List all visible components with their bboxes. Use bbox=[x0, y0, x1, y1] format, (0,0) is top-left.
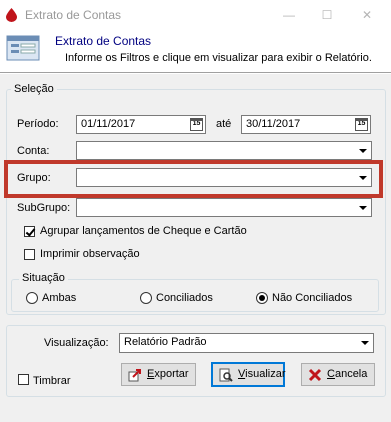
periodo-fim-value: 30/11/2017 bbox=[246, 118, 301, 130]
cancelar-button[interactable]: Cancela bbox=[301, 363, 375, 386]
visualizacao-value: Relatório Padrão bbox=[124, 336, 207, 348]
agrupar-label: Agrupar lançamentos de Cheque e Cartão bbox=[40, 225, 247, 237]
close-button[interactable]: ✕ bbox=[358, 6, 376, 24]
cancelar-label: ancela bbox=[334, 368, 368, 380]
visualizacao-label: Visualização: bbox=[44, 337, 109, 349]
header-title: Extrato de Contas bbox=[55, 34, 152, 48]
radio-ambas[interactable] bbox=[26, 292, 38, 304]
visualizar-label: isualizar bbox=[245, 368, 286, 380]
periodo-inicio-field[interactable]: 01/11/2017 15 bbox=[76, 115, 206, 134]
chevron-down-icon[interactable] bbox=[355, 200, 370, 215]
calendar-icon[interactable]: 15 bbox=[190, 118, 203, 131]
periodo-inicio-value: 01/11/2017 bbox=[81, 118, 136, 130]
minimize-button[interactable]: — bbox=[280, 6, 298, 24]
imprimir-checkbox[interactable] bbox=[24, 249, 35, 260]
ate-label: até bbox=[216, 118, 232, 130]
selecao-group-label: Seleção bbox=[11, 83, 57, 95]
conta-select[interactable] bbox=[76, 141, 372, 160]
radio-conciliados-label: Conciliados bbox=[156, 292, 213, 304]
agrupar-checkbox[interactable] bbox=[24, 226, 35, 237]
visualizar-button[interactable]: Visualizar bbox=[211, 362, 286, 387]
exportar-button[interactable]: Exportar bbox=[121, 363, 196, 386]
form-header: Extrato de Contas Informe os Filtros e c… bbox=[0, 30, 391, 72]
radio-nao-conciliados-label: Não Conciliados bbox=[272, 292, 353, 304]
maximize-button[interactable]: ☐ bbox=[318, 6, 336, 24]
calendar-icon[interactable]: 15 bbox=[355, 118, 368, 131]
window-title: Extrato de Contas bbox=[25, 8, 122, 22]
header-subtitle: Informe os Filtros e clique em visualiza… bbox=[65, 52, 372, 64]
grupo-highlight-box bbox=[4, 160, 383, 198]
cancelar-accel: C bbox=[327, 368, 335, 380]
title-bar: Extrato de Contas — ☐ ✕ bbox=[0, 0, 391, 30]
form-icon bbox=[6, 35, 40, 61]
periodo-fim-field[interactable]: 30/11/2017 15 bbox=[241, 115, 371, 134]
timbrar-label: Timbrar bbox=[33, 375, 71, 387]
subgrupo-select[interactable] bbox=[76, 198, 372, 217]
chevron-down-icon[interactable] bbox=[357, 335, 372, 350]
export-icon bbox=[128, 369, 141, 382]
preview-icon bbox=[219, 368, 233, 382]
cancel-x-icon bbox=[308, 368, 322, 382]
radio-nao-conciliados[interactable] bbox=[256, 292, 268, 304]
header-divider bbox=[0, 72, 391, 74]
app-drop-icon bbox=[6, 8, 17, 22]
situacao-group-label: Situação bbox=[19, 272, 68, 284]
chevron-down-icon[interactable] bbox=[355, 143, 370, 158]
radio-ambas-label: Ambas bbox=[42, 292, 77, 304]
radio-conciliados[interactable] bbox=[140, 292, 152, 304]
subgrupo-label: SubGrupo: bbox=[17, 202, 71, 214]
periodo-label: Período: bbox=[17, 118, 59, 130]
imprimir-label: Imprimir observação bbox=[40, 248, 140, 260]
exportar-label: xportar bbox=[154, 368, 189, 380]
visualizacao-select[interactable]: Relatório Padrão bbox=[119, 333, 374, 353]
conta-label: Conta: bbox=[17, 145, 50, 157]
timbrar-checkbox[interactable] bbox=[18, 374, 29, 385]
